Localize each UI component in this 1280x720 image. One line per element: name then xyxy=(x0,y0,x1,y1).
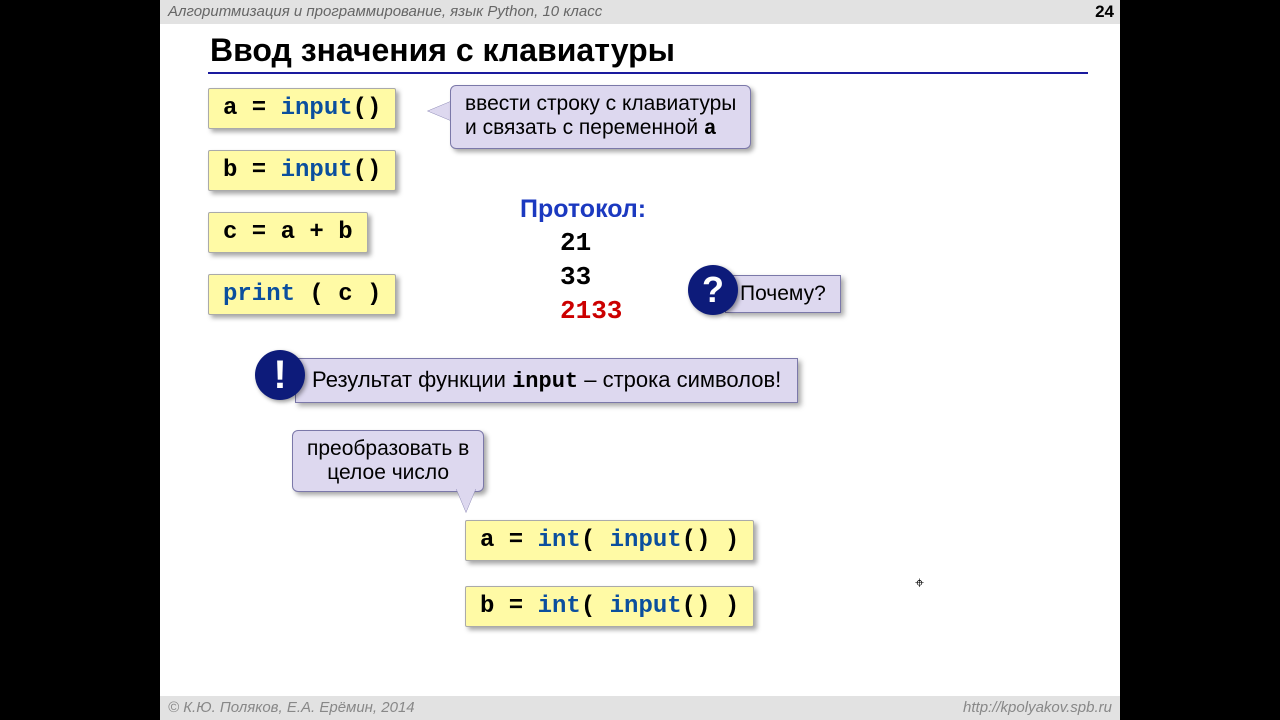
slide-footer: © К.Ю. Поляков, Е.А. Ерёмин, 2014 http:/… xyxy=(160,696,1120,720)
code-keyword-input: input xyxy=(610,527,682,554)
slide: Алгоритмизация и программирование, язык … xyxy=(160,0,1120,720)
code-keyword-int: int xyxy=(538,527,581,554)
callout-input-desc: ввести строку с клавиатуры и связать с п… xyxy=(450,85,751,149)
slide-number: 24 xyxy=(1095,0,1114,24)
code-keyword-input: input xyxy=(281,157,353,184)
mouse-cursor-icon: ⌖ xyxy=(915,575,924,593)
code-arg: ( c ) xyxy=(309,281,381,308)
callout-text: ввести строку с клавиатуры xyxy=(465,92,736,115)
why-box: Почему? xyxy=(725,275,841,313)
code-var: a xyxy=(480,527,494,554)
code-expr: c = a + b xyxy=(223,219,353,246)
protocol-label: Протокол: xyxy=(520,195,646,224)
callout-pointer-down xyxy=(456,488,476,512)
code-int-a: a = int( input() ) xyxy=(465,520,754,561)
callout-convert: преобразовать в целое число xyxy=(292,430,484,492)
protocol-value-1: 21 xyxy=(560,228,591,258)
note-fn: input xyxy=(512,369,578,394)
course-title: Алгоритмизация и программирование, язык … xyxy=(168,3,602,20)
code-line-3: c = a + b xyxy=(208,212,368,253)
code-var: a xyxy=(223,95,237,122)
code-int-b: b = int( input() ) xyxy=(465,586,754,627)
callout-text: целое число xyxy=(327,461,449,484)
note-text-2: – строка символов! xyxy=(578,367,781,392)
protocol-result: 2133 xyxy=(560,296,622,326)
footer-credit: © К.Ю. Поляков, Е.А. Ерёмин, 2014 xyxy=(168,699,415,716)
note-text-1: Результат функции xyxy=(312,367,512,392)
protocol-value-2: 33 xyxy=(560,262,591,292)
code-var: b xyxy=(223,157,237,184)
code-line-4: print ( c ) xyxy=(208,274,396,315)
slide-title: Ввод значения с клавиатуры xyxy=(210,32,675,69)
code-var: b xyxy=(480,593,494,620)
code-keyword-int: int xyxy=(538,593,581,620)
callout-var: a xyxy=(704,118,717,141)
code-line-2: b = input() xyxy=(208,150,396,191)
code-keyword-input: input xyxy=(610,593,682,620)
why-label: Почему? xyxy=(740,282,826,305)
footer-url: http://kpolyakov.spb.ru xyxy=(963,696,1112,720)
callout-pointer xyxy=(428,101,452,121)
note-box: Результат функции input – строка символо… xyxy=(295,358,798,403)
callout-text: преобразовать в xyxy=(307,437,469,460)
callout-text: и связать с переменной xyxy=(465,116,698,139)
code-keyword-input: input xyxy=(281,95,353,122)
code-keyword-print: print xyxy=(223,281,295,308)
title-underline xyxy=(208,72,1088,74)
question-badge-icon: ? xyxy=(688,265,738,315)
exclamation-badge-icon: ! xyxy=(255,350,305,400)
slide-header: Алгоритмизация и программирование, язык … xyxy=(160,0,1120,24)
code-line-1: a = input() xyxy=(208,88,396,129)
